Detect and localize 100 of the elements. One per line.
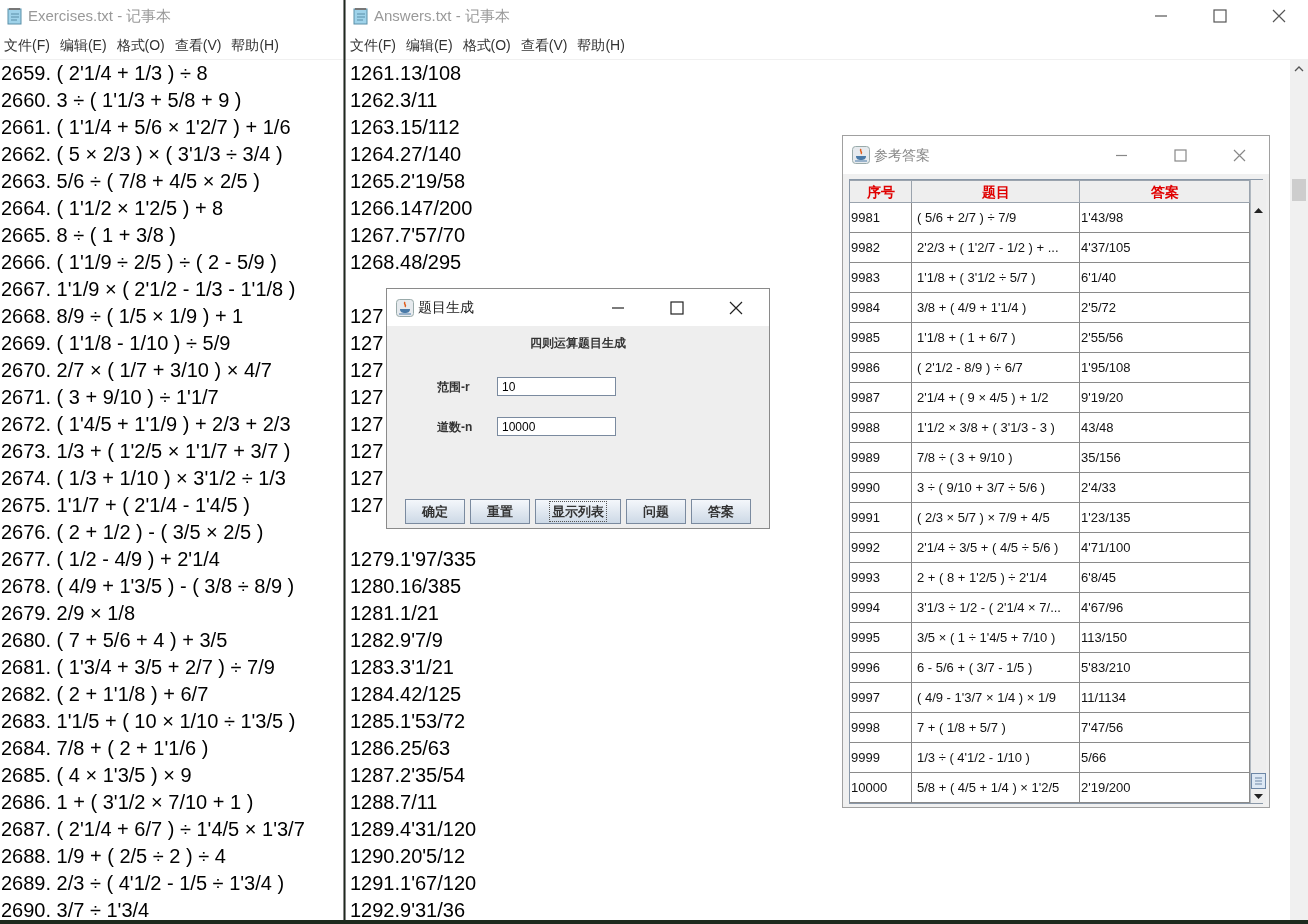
dialog-button[interactable]: 重置 <box>470 499 530 524</box>
text-line: 1286.25/63 <box>349 736 451 761</box>
text-line: 1279.1'97/335 <box>349 547 477 572</box>
table-cell: 9995 <box>850 623 912 653</box>
menu-item[interactable]: 编辑(E) <box>401 35 459 56</box>
table-cell: 9984 <box>850 293 912 323</box>
java-icon <box>852 146 870 164</box>
table-cell: 1'95/108 <box>1080 353 1250 383</box>
table-cell: 1'23/135 <box>1080 503 1250 533</box>
table-cell: 5/8 + ( 4/5 + 1/4 ) × 1'2/5 <box>912 773 1080 803</box>
column-header[interactable]: 序号 <box>850 180 912 203</box>
text-line: 1285.1'53/72 <box>349 709 466 734</box>
table-cell: 9998 <box>850 713 912 743</box>
table-cell: 1/3 ÷ ( 4'1/2 - 1/10 ) <box>912 743 1080 773</box>
table-cell: 2 + ( 8 + 1'2/5 ) ÷ 2'1/4 <box>912 563 1080 593</box>
dialog-heading: 四则运算题目生成 <box>529 335 627 352</box>
table-cell: 2'1/4 ÷ 3/5 + ( 4/5 ÷ 5/6 ) <box>912 533 1080 563</box>
maximize-icon[interactable] <box>669 300 684 315</box>
scrollbar-thumb[interactable] <box>1292 179 1306 201</box>
text-line: 1268.48/295 <box>349 250 462 275</box>
text-line: 2679. 2/9 × 1/8 <box>0 601 135 626</box>
dialog-button[interactable]: 答案 <box>691 499 751 524</box>
table-cell: 9989 <box>850 443 912 473</box>
menu-item[interactable]: 查看(V) <box>516 35 574 56</box>
table-cell: 9991 <box>850 503 912 533</box>
table-cell: 9994 <box>850 593 912 623</box>
text-line: 1262.3/11 <box>349 88 438 113</box>
table-cell: ( 2/3 × 5/7 ) × 7/9 + 4/5 <box>912 503 1080 533</box>
dialog-button[interactable]: 显示列表 <box>535 499 621 524</box>
table-cell: 9993 <box>850 563 912 593</box>
text-line: 2672. ( 1'4/5 + 1'1/9 ) + 2/3 + 2/3 <box>0 412 291 437</box>
text-line: 2669. ( 1'1/8 - 1/10 ) ÷ 5/9 <box>0 331 231 356</box>
text-line: 2662. ( 5 × 2/3 ) × ( 3'1/3 ÷ 3/4 ) <box>0 142 283 167</box>
input-field[interactable]: 10 <box>497 377 616 396</box>
text-line: 2659. ( 2'1/4 + 1/3 ) ÷ 8 <box>0 61 208 86</box>
menu-item[interactable]: 帮助(H) <box>227 35 285 56</box>
table-cell: 3 ÷ ( 9/10 + 3/7 ÷ 5/6 ) <box>912 473 1080 503</box>
text-line: 2690. 3/7 ÷ 1'3/4 <box>0 898 150 920</box>
text-line: 127 <box>349 385 384 410</box>
table-cell: ( 4/9 - 1'3/7 × 1/4 ) × 1/9 <box>912 683 1080 713</box>
table-cell: 2'55/56 <box>1080 323 1250 353</box>
field-label: 道数-n <box>437 418 474 436</box>
table-cell: 7/8 ÷ ( 3 + 9/10 ) <box>912 443 1080 473</box>
column-header[interactable]: 答案 <box>1080 180 1250 203</box>
text-line: 2666. ( 1'1/9 ÷ 2/5 ) ÷ ( 2 - 5/9 ) <box>0 250 277 275</box>
text-line: 2673. 1/3 + ( 1'2/5 × 1'1/7 + 3/7 ) <box>0 439 291 464</box>
table-cell: ( 2'1/2 - 8/9 ) ÷ 6/7 <box>912 353 1080 383</box>
table-cell: 3/5 × ( 1 ÷ 1'4/5 + 7/10 ) <box>912 623 1080 653</box>
menu-item[interactable]: 格式(O) <box>112 35 171 56</box>
menu-item[interactable]: 格式(O) <box>458 35 517 56</box>
table-cell: 9981 <box>850 203 912 233</box>
table-cell: 9997 <box>850 683 912 713</box>
text-line: 1266.147/200 <box>349 196 473 221</box>
table-cell: 9988 <box>850 413 912 443</box>
text-line: 1289.4'31/120 <box>349 817 477 842</box>
table-cell: 9996 <box>850 653 912 683</box>
table-cell: 6'8/45 <box>1080 563 1250 593</box>
menu-item[interactable]: 帮助(H) <box>573 35 631 56</box>
window-title: 题目生成 <box>418 298 474 317</box>
maximize-icon[interactable] <box>1212 9 1227 23</box>
table-cell: 2'1/4 + ( 9 × 4/5 ) + 1/2 <box>912 383 1080 413</box>
menu-item[interactable]: 查看(V) <box>170 35 228 56</box>
text-line: 1282.9'7/9 <box>349 628 443 653</box>
text-line: 1264.27/140 <box>349 142 462 167</box>
text-line: 1263.15/112 <box>349 115 460 140</box>
table-cell: 9990 <box>850 473 912 503</box>
window-title: 参考答案 <box>874 145 930 165</box>
menu-item[interactable]: 编辑(E) <box>55 35 113 56</box>
menu-item[interactable]: 文件(F) <box>346 35 402 56</box>
text-line: 1261.13/108 <box>349 61 462 86</box>
table-cell: 1'1/8 + ( 1 + 6/7 ) <box>912 323 1080 353</box>
text-line: 2668. 8/9 ÷ ( 1/5 × 1/9 ) + 1 <box>0 304 244 329</box>
text-line: 2675. 1'1/7 + ( 2'1/4 - 1'4/5 ) <box>0 493 250 518</box>
table-cell: 4'37/105 <box>1080 233 1250 263</box>
table-cell: 2'4/33 <box>1080 473 1250 503</box>
table-cell: 9986 <box>850 353 912 383</box>
text-line: 1291.1'67/120 <box>349 871 477 896</box>
column-header[interactable]: 题目 <box>912 180 1080 203</box>
text-line: 2671. ( 3 + 9/10 ) ÷ 1'1/7 <box>0 385 219 410</box>
scrollbar-thumb[interactable] <box>1251 773 1266 789</box>
text-line: 1283.3'1/21 <box>349 655 454 680</box>
text-line: 1290.20'5/12 <box>349 844 466 869</box>
table-cell: 9'19/20 <box>1080 383 1250 413</box>
menu-item[interactable]: 文件(F) <box>0 35 56 56</box>
table-cell: 2'19/200 <box>1080 773 1250 803</box>
input-field[interactable]: 10000 <box>497 417 616 436</box>
close-icon[interactable] <box>728 300 743 315</box>
text-line: 2661. ( 1'1/4 + 5/6 × 1'2/7 ) + 1/6 <box>0 115 291 140</box>
dialog-button[interactable]: 问题 <box>626 499 686 524</box>
text-line: 1267.7'57/70 <box>349 223 466 248</box>
maximize-icon[interactable] <box>1174 148 1187 162</box>
table-cell: 5'83/210 <box>1080 653 1250 683</box>
close-icon[interactable] <box>1271 9 1286 23</box>
window-title: Answers.txt - 记事本 <box>374 5 510 26</box>
text-line: 2664. ( 1'1/2 × 1'2/5 ) + 8 <box>0 196 224 221</box>
table-cell: 7 + ( 1/8 + 5/7 ) <box>912 713 1080 743</box>
text-line: 2660. 3 ÷ ( 1'1/3 + 5/8 + 9 ) <box>0 88 242 113</box>
text-line: 2670. 2/7 × ( 1/7 + 3/10 ) × 4/7 <box>0 358 272 383</box>
dialog-button[interactable]: 确定 <box>405 499 465 524</box>
table-cell: 43/48 <box>1080 413 1250 443</box>
